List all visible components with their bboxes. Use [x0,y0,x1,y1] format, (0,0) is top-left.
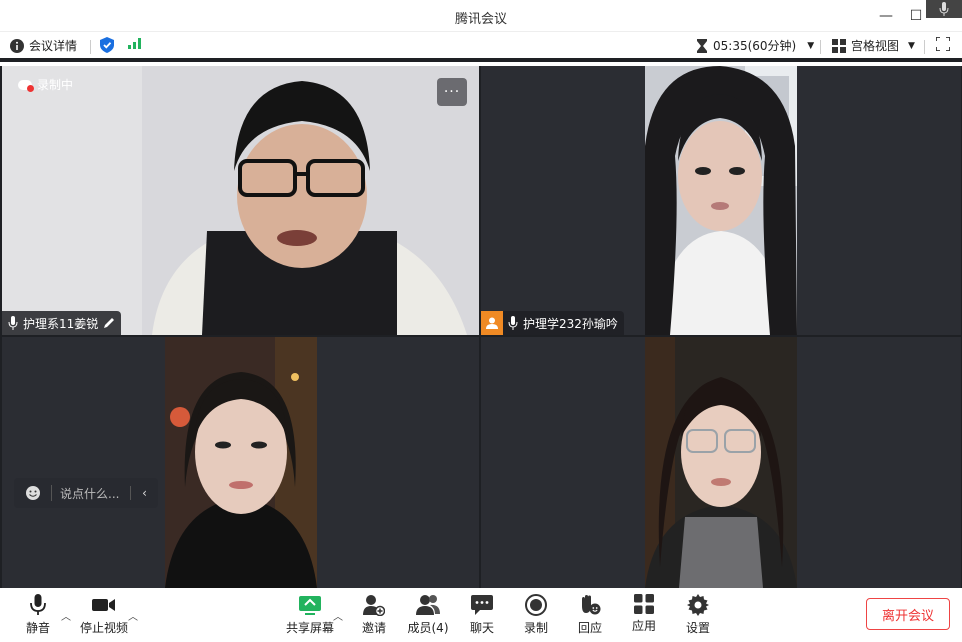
network-signal-icon[interactable] [128,37,142,49]
chat-label: 聊天 [469,621,494,635]
chat-input-box[interactable]: 说点什么... ‹ [14,478,158,508]
chevron-up-icon[interactable]: ︿ [61,608,71,623]
participant-name-bar: 护理学232孙瑜吟 [481,311,624,335]
view-mode-label: 宫格视图 [851,39,900,53]
apps-button[interactable]: 应用 [616,594,672,638]
invite-button[interactable]: 邀请 [346,594,402,638]
participant-name: 护理学232孙瑜吟 [523,316,618,331]
raise-hand-icon [582,595,601,615]
fullscreen-icon [936,37,950,51]
participant-video [645,66,797,335]
video-grid: 录制中 ··· 护理系11姜锐 护理学232孙瑜吟 说点什么... ‹ [0,66,962,588]
emoji-icon[interactable] [14,485,52,501]
settings-label: 设置 [685,621,710,635]
participant-video [2,66,479,335]
bottom-toolbar: 静音 ︿ 停止视频 ︿ 共享屏幕 ︿ 邀请 成员(4) 聊天 录制 回应 应用 … [0,588,962,642]
react-label: 回应 [577,621,602,635]
share-screen-icon [299,596,321,615]
record-icon [525,594,547,616]
grid-view-icon [832,38,846,53]
chevron-up-icon[interactable]: ︿ [333,608,343,623]
settings-button[interactable]: 设置 [670,594,726,638]
add-user-icon [363,595,385,616]
mic-indicator-icon [926,0,962,18]
cloud-record-icon [18,79,34,92]
video-tile[interactable]: 录制中 ··· 护理系11姜锐 [2,66,479,335]
meeting-details-label: 会议详情 [29,39,78,53]
participant-name-bar: 护理系11姜锐 [2,311,122,335]
video-tile[interactable]: 护理学232孙瑜吟 [481,66,961,335]
video-tile[interactable] [481,337,961,588]
more-options-button[interactable]: ··· [437,78,467,106]
members-label: 成员(4) [407,621,449,635]
members-button[interactable]: 成员(4) [400,594,456,638]
shield-icon [100,37,114,53]
hourglass-icon [697,38,707,53]
video-tile[interactable]: 说点什么... ‹ [2,337,479,588]
maximize-button[interactable]: ☐ [906,6,926,26]
timer-text: 05:35(60分钟) [713,39,797,53]
stop-video-button[interactable]: 停止视频 [76,594,132,638]
chat-placeholder[interactable]: 说点什么... [52,485,130,502]
chevron-down-icon: ▼ [807,40,815,51]
microphone-icon [30,594,46,615]
meeting-details-button[interactable]: 会议详情 [10,37,77,54]
record-label: 录制 [523,621,548,635]
pencil-icon[interactable] [103,317,115,329]
collapse-chat-button[interactable]: ‹ [130,486,158,500]
mute-label: 静音 [25,621,50,635]
chevron-up-icon[interactable]: ︿ [128,608,138,623]
camera-icon [92,599,115,611]
participant-name: 护理系11姜锐 [23,316,99,331]
view-mode-button[interactable]: 宫格视图 ▼ [832,37,915,54]
participant-video [165,337,317,588]
mic-icon [8,316,18,330]
mic-icon [508,316,518,330]
apps-icon [634,594,654,614]
recording-indicator: 录制中 [18,76,73,93]
apps-label: 应用 [631,619,656,633]
invite-label: 邀请 [361,621,386,635]
info-icon [10,38,24,53]
meeting-timer[interactable]: 05:35(60分钟) ▼ [696,37,814,54]
react-button[interactable]: 回应 [562,594,618,638]
share-screen-label: 共享屏幕 [285,621,334,635]
minimize-button[interactable]: — [876,6,896,26]
recording-label: 录制中 [37,78,74,92]
members-icon [416,595,440,615]
participant-video [645,337,797,588]
mute-button[interactable]: 静音 [10,594,66,638]
leave-meeting-button[interactable]: 离开会议 [866,598,950,630]
host-badge-icon [481,311,503,335]
chat-icon [471,595,493,615]
chevron-down-icon: ▼ [908,40,915,51]
fullscreen-button[interactable] [936,37,950,51]
security-button[interactable] [100,37,114,53]
record-button[interactable]: 录制 [508,594,564,638]
title-bar: 腾讯会议 — ☐ [0,0,962,32]
window-title: 腾讯会议 [454,12,507,27]
stop-video-label: 停止视频 [79,621,128,635]
gear-icon [687,594,709,616]
chat-button[interactable]: 聊天 [454,594,510,638]
meeting-info-bar: 会议详情 05:35(60分钟) ▼ 宫格视图 ▼ [0,32,962,62]
share-screen-button[interactable]: 共享屏幕 [282,594,338,638]
